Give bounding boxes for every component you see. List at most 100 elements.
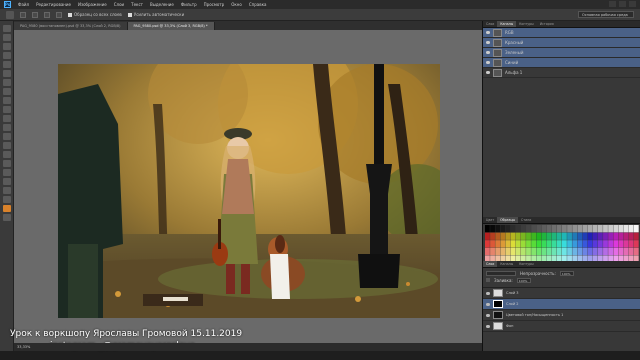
- color-swatch[interactable]: [551, 225, 557, 233]
- tab-channels-panel[interactable]: Каналы: [497, 261, 516, 267]
- color-swatch[interactable]: [541, 232, 547, 240]
- color-swatch[interactable]: [520, 232, 526, 240]
- color-swatch[interactable]: [597, 225, 603, 233]
- tab-color[interactable]: Цвет: [483, 217, 497, 223]
- healing-tool-icon[interactable]: [2, 79, 11, 86]
- tab-paths-panel[interactable]: Контуры: [516, 261, 537, 267]
- color-swatch[interactable]: [531, 232, 537, 240]
- color-swatch[interactable]: [541, 247, 547, 256]
- menu-file[interactable]: Файл: [18, 2, 29, 7]
- color-swatch[interactable]: [582, 240, 588, 248]
- sample-all-layers-checkbox[interactable]: Образец со всех слоев: [68, 12, 122, 17]
- color-swatch[interactable]: [551, 240, 557, 248]
- color-swatch[interactable]: [633, 240, 639, 248]
- add-selection-icon[interactable]: [32, 11, 38, 18]
- minimize-icon[interactable]: [609, 1, 616, 7]
- eye-icon[interactable]: [486, 71, 490, 74]
- tab-channels[interactable]: Каналы: [497, 21, 517, 27]
- color-swatch[interactable]: [613, 232, 619, 240]
- color-swatch[interactable]: [536, 247, 542, 256]
- eyedropper-tool-icon[interactable]: [2, 70, 11, 77]
- color-swatch[interactable]: [618, 240, 624, 248]
- color-swatch[interactable]: [587, 225, 593, 233]
- brush-tool-icon[interactable]: [2, 88, 11, 95]
- color-swatch[interactable]: [495, 240, 501, 248]
- color-swatch[interactable]: [536, 232, 542, 240]
- color-swatch[interactable]: [562, 225, 567, 233]
- color-swatch[interactable]: [582, 247, 588, 256]
- layer-row[interactable]: Слой 3: [483, 288, 640, 299]
- color-swatch[interactable]: [587, 240, 593, 248]
- color-swatch[interactable]: [490, 247, 495, 256]
- color-swatch[interactable]: [618, 232, 624, 240]
- color-swatch[interactable]: [633, 247, 639, 256]
- color-swatch[interactable]: [603, 240, 608, 248]
- dodge-tool-icon[interactable]: [2, 142, 11, 149]
- color-swatch[interactable]: [556, 225, 562, 233]
- color-swatch[interactable]: [613, 240, 619, 248]
- color-swatch[interactable]: [520, 247, 526, 256]
- color-swatch[interactable]: [577, 225, 583, 233]
- color-swatch[interactable]: [536, 225, 542, 233]
- color-swatch[interactable]: [541, 225, 547, 233]
- color-swatch[interactable]: [582, 232, 588, 240]
- color-swatch[interactable]: [485, 225, 490, 233]
- subtract-selection-icon[interactable]: [44, 11, 50, 18]
- color-swatch[interactable]: [510, 240, 516, 248]
- color-swatch[interactable]: [546, 240, 552, 248]
- color-swatch[interactable]: [485, 240, 490, 248]
- tab-paths[interactable]: Контуры: [516, 21, 537, 27]
- menu-type[interactable]: Текст: [131, 2, 143, 7]
- color-swatch[interactable]: [531, 240, 537, 248]
- color-swatch[interactable]: [592, 232, 598, 240]
- color-swatch[interactable]: [505, 225, 511, 233]
- color-swatch[interactable]: [567, 232, 572, 240]
- color-swatch[interactable]: [526, 232, 531, 240]
- color-swatch[interactable]: [572, 232, 578, 240]
- color-swatch[interactable]: [572, 225, 578, 233]
- blend-mode-select[interactable]: [486, 270, 516, 276]
- maximize-icon[interactable]: [619, 1, 626, 7]
- color-swatch[interactable]: [485, 232, 490, 240]
- color-swatch[interactable]: [623, 232, 629, 240]
- clone-stamp-tool-icon[interactable]: [2, 97, 11, 104]
- color-swatch[interactable]: [608, 225, 614, 233]
- color-swatch[interactable]: [541, 240, 547, 248]
- color-swatch[interactable]: [505, 247, 511, 256]
- color-swatch[interactable]: [577, 247, 583, 256]
- brush-size-icon[interactable]: [56, 11, 62, 18]
- color-swatch[interactable]: [520, 240, 526, 248]
- color-swatch[interactable]: [628, 225, 634, 233]
- layer-row[interactable]: Слой 2: [483, 299, 640, 310]
- marquee-tool-icon[interactable]: [2, 34, 11, 41]
- color-swatch[interactable]: [603, 225, 608, 233]
- color-swatch[interactable]: [582, 225, 588, 233]
- color-swatch[interactable]: [495, 225, 501, 233]
- color-swatch[interactable]: [546, 247, 552, 256]
- menu-filter[interactable]: Фильтр: [181, 2, 197, 7]
- tab-styles[interactable]: Стили: [518, 217, 534, 223]
- color-swatch[interactable]: [500, 225, 506, 233]
- color-swatch[interactable]: [490, 240, 495, 248]
- color-swatch[interactable]: [490, 225, 495, 233]
- color-swatch[interactable]: [515, 225, 521, 233]
- quick-select-tool-icon[interactable]: [2, 52, 11, 59]
- color-swatch[interactable]: [495, 232, 501, 240]
- color-swatch[interactable]: [567, 240, 572, 248]
- menu-select[interactable]: Выделение: [150, 2, 174, 7]
- document-tab-1[interactable]: PAG_9580 (восстановлен).psd @ 33,3% (Сло…: [14, 22, 128, 30]
- auto-enhance-checkbox[interactable]: Усилить автоматически: [127, 12, 184, 17]
- color-swatch[interactable]: [546, 232, 552, 240]
- color-swatch[interactable]: [505, 232, 511, 240]
- eye-icon[interactable]: [486, 291, 490, 295]
- quick-mask-icon[interactable]: [2, 214, 11, 221]
- history-brush-tool-icon[interactable]: [2, 106, 11, 113]
- eraser-tool-icon[interactable]: [2, 115, 11, 122]
- foreground-color-swatch[interactable]: [2, 205, 11, 212]
- color-swatch[interactable]: [567, 225, 572, 233]
- lock-icon[interactable]: [486, 278, 490, 282]
- color-swatch[interactable]: [623, 240, 629, 248]
- color-swatch[interactable]: [597, 240, 603, 248]
- color-swatch[interactable]: [613, 247, 619, 256]
- color-swatch[interactable]: [597, 247, 603, 256]
